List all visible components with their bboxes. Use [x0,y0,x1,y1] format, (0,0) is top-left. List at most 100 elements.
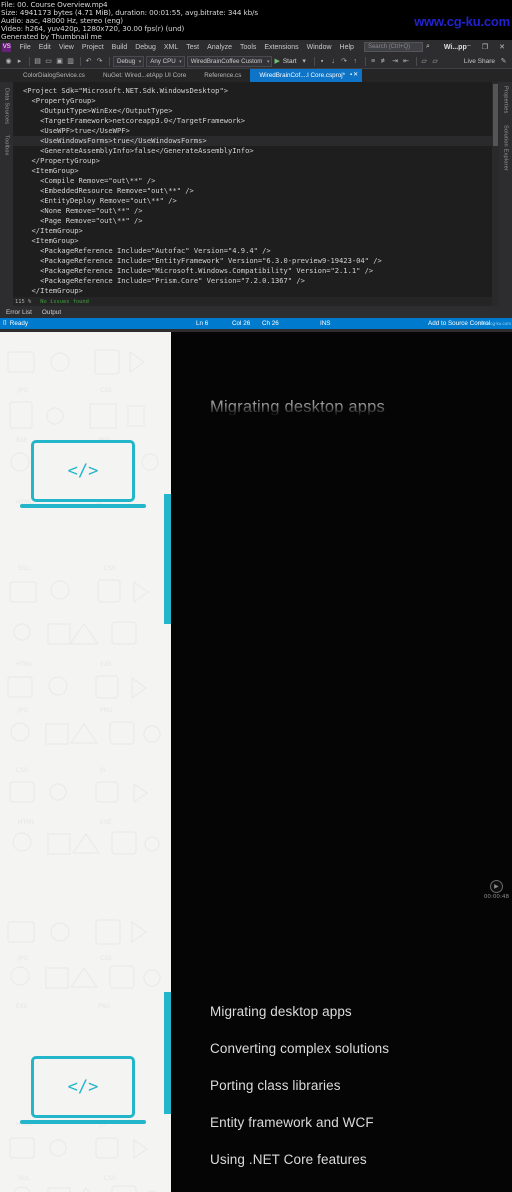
live-share-button[interactable]: Live Share [464,58,499,65]
code-line: <PackageReference Include="EntityFramewo… [23,256,382,265]
code-line: <ItemGroup> [23,166,79,175]
code-line-active: <UseWindowsForms>true</UseWindowsForms> [13,136,499,146]
code-glyph: </> [67,461,99,481]
menu-item-tools[interactable]: Tools [236,44,260,51]
stop-icon[interactable]: ▪ [318,57,327,66]
svg-text:EXE: EXE [100,819,112,826]
decorative-icon-pattern: JPGCSS EXEPNG HTMLJS SQLCSS HTMLEXE JPGP… [7,349,161,855]
menu-item-build[interactable]: Build [108,44,132,51]
code-line: <GenerateAssemblyInfo>false</GenerateAss… [23,146,254,155]
menu-item-view[interactable]: View [55,44,78,51]
thumbnail-timestamp: ▶ 00:00:48 [484,880,509,901]
editor-tab-bar: ColorDialogService.cs NuGet: Wired...etA… [0,69,512,82]
menu-bar: VS File Edit View Project Build Debug XM… [0,40,512,54]
tab-colordialogservice[interactable]: ColorDialogService.cs [14,69,94,82]
close-button[interactable]: ✕ [499,43,505,51]
toolbar-divider [364,56,366,66]
new-file-icon[interactable]: ▤ [33,57,42,66]
thumbnail-illustration-top[interactable]: JPGCSS EXEPNG HTMLJS SQLCSS HTMLEXE JPGP… [0,332,171,904]
play-icon[interactable]: ▶ [274,57,279,65]
laptop-code-icon: </> [31,440,135,502]
maximize-button[interactable]: ❐ [482,43,488,51]
code-glyph: </> [67,1077,99,1097]
svg-text:CSS: CSS [100,387,112,394]
code-line: <PackageReference Include="Microsoft.Win… [23,266,374,275]
code-line: <TargetFramework>netcoreapp3.0</TargetFr… [23,116,246,125]
open-folder-icon[interactable]: ▭ [44,57,53,66]
step-into-icon[interactable]: ↓ [329,57,338,66]
code-editor[interactable]: <Project Sdk="Microsoft.NET.Sdk.WindowsD… [13,82,499,306]
bookmark-icon[interactable]: ▱ [420,57,429,66]
status-line-number: Ln 6 [196,320,209,327]
close-icon[interactable]: ✕ [353,69,358,82]
search-input[interactable]: Search (Ctrl+Q) [363,42,423,52]
right-tool-rail: Properties Solution Explorer [499,82,512,306]
panel-tab-error-list[interactable]: Error List [6,309,32,316]
menu-item-help[interactable]: Help [336,44,358,51]
properties-rail[interactable]: Properties [503,86,509,114]
uncomment-icon[interactable]: ≢ [380,57,389,66]
back-arrow-icon[interactable]: ◉ [4,57,13,66]
play-icon: ▶ [489,880,503,893]
redo-icon[interactable]: ↷ [95,57,104,66]
editor-zoom-bar: 115 % No issues found [13,297,499,306]
menu-item-window[interactable]: Window [303,44,336,51]
thumbnail-illustration-bottom[interactable]: JPG CSS EXE PNG HTML JS SQL CSS </> [0,904,171,1192]
svg-text:JPG: JPG [17,955,28,962]
editor-scrollbar[interactable] [492,82,499,306]
breakpoint-icon[interactable]: ▱ [431,57,440,66]
chevron-down-icon[interactable]: ▾ [300,57,309,66]
toolbar-divider [415,56,417,66]
solution-explorer-rail[interactable]: Solution Explorer [503,125,509,171]
scrollbar-thumb[interactable] [493,84,498,146]
code-line: <PropertyGroup> [23,96,96,105]
minimize-button[interactable]: − [467,43,471,51]
platform-dropdown[interactable]: Any CPU [146,55,185,67]
laptop-code-icon: </> [31,1056,135,1118]
search-icon[interactable]: ⌕ [426,43,430,51]
menu-item-xml[interactable]: XML [160,44,182,51]
laptop-base-icon [20,1120,146,1124]
tab-csproj-active[interactable]: WiredBrainCof....l Core.csproj* ▪ ✕ [250,69,363,82]
undo-icon[interactable]: ↶ [84,57,93,66]
toolbar-divider [109,56,110,66]
thumbnail-bullet-slide[interactable]: Migrating desktop apps Converting comple… [171,904,512,1192]
menu-item-test[interactable]: Test [182,44,203,51]
step-out-icon[interactable]: ↑ [351,57,360,66]
save-all-icon[interactable]: ▥ [66,57,75,66]
outdent-icon[interactable]: ⇤ [402,57,411,66]
zoom-level[interactable]: 115 % [15,297,31,307]
menu-item-file[interactable]: File [15,44,34,51]
startup-project-dropdown[interactable]: WiredBrainCoffee Custom [186,55,273,67]
tool-bar: ◉ ▸ ▤ ▭ ▣ ▥ ↶ ↷ Debug Any CPU WiredBrain… [0,54,512,69]
menu-item-extensions[interactable]: Extensions [260,44,302,51]
window-controls: − ❐ ✕ [467,43,512,51]
toolbox-rail[interactable]: Toolbox [4,135,10,156]
code-line: <Page Remove="out\**" /> [23,216,143,225]
forward-arrow-icon[interactable]: ▸ [15,57,24,66]
code-line: <OutputType>WinExe</OutputType> [23,106,173,115]
tab-reference[interactable]: Reference.cs [195,69,250,82]
panel-tab-output[interactable]: Output [42,309,61,316]
indent-icon[interactable]: ⇥ [391,57,400,66]
svg-text:PNG: PNG [100,707,113,714]
list-item: Converting complex solutions [210,1041,390,1056]
issues-status[interactable]: No issues found [40,297,89,307]
step-over-icon[interactable]: ↷ [340,57,349,66]
code-line: <Project Sdk="Microsoft.NET.Sdk.WindowsD… [23,86,228,95]
comment-icon[interactable]: ≡ [369,57,378,66]
menu-item-analyze[interactable]: Analyze [203,44,236,51]
pin-icon[interactable]: ▪ [350,69,352,82]
menu-item-edit[interactable]: Edit [35,44,55,51]
menu-item-project[interactable]: Project [78,44,108,51]
save-icon[interactable]: ▣ [55,57,64,66]
status-bar: ⌷ Ready Ln 6 Col 26 Ch 26 INS Add to Sou… [0,318,512,329]
thumbnail-title-slide[interactable]: Migrating desktop apps ▶ 00:00:48 [171,332,512,904]
window-project-title: Wi...pp [443,43,467,51]
menu-item-debug[interactable]: Debug [131,44,160,51]
data-sources-rail[interactable]: Data Sources [4,88,10,124]
tab-nuget[interactable]: NuGet: Wired...etApp UI Core [94,69,195,82]
start-debug-button[interactable]: Start [283,58,297,65]
build-config-dropdown[interactable]: Debug [113,55,145,67]
feedback-icon[interactable]: ✎ [499,57,508,66]
